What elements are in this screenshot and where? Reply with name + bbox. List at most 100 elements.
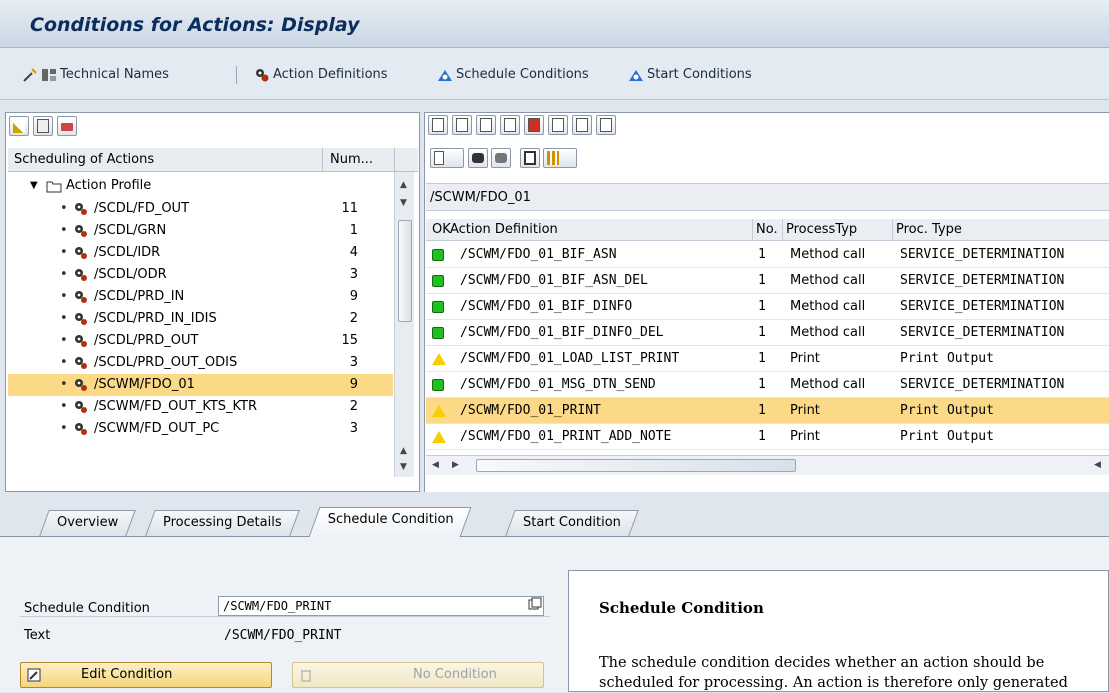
action-row[interactable]: /SCWM/FDO_01_MSG_DTN_SEND 1 Method call SER…	[426, 372, 1109, 398]
refresh-button[interactable]	[572, 115, 592, 135]
action-row[interactable]: /SCWM/FDO_01_PRINT 1 Print Print Output	[426, 398, 1109, 424]
warning-button[interactable]	[548, 115, 568, 135]
tree-item[interactable]: • /SCWM/FD_OUT_PC 3	[8, 418, 393, 440]
scroll-up-icon[interactable]: ▲	[400, 180, 407, 190]
value-help-icon[interactable]	[528, 597, 542, 611]
column-header-proc-type[interactable]: Proc. Type	[896, 222, 962, 237]
bullet-icon: •	[60, 223, 68, 238]
tab-start-condition[interactable]: Start Condition	[505, 510, 639, 536]
action-row[interactable]: /SCWM/FDO_01_BIF_DINFO 1 Method call SERVIC…	[426, 294, 1109, 320]
local-layout-button[interactable]	[430, 148, 464, 168]
tree-item-num: 3	[349, 421, 358, 436]
column-header-action-definition[interactable]: Action Definition	[450, 222, 558, 237]
technical-names-button[interactable]: Technical Names	[22, 66, 169, 84]
no-condition-button[interactable]: No Condition	[292, 662, 544, 688]
divider	[20, 616, 550, 617]
tree-header: Scheduling of Actions Num...	[8, 148, 418, 172]
column-divider	[394, 148, 395, 172]
tree-root-action-profile[interactable]: ▼ Action Profile	[8, 175, 393, 197]
scroll-right-icon[interactable]: ▶	[452, 460, 459, 470]
transport-button[interactable]	[596, 115, 616, 135]
action-proc-type: SERVICE_DETERMINATION	[900, 299, 1065, 314]
layout-button[interactable]	[543, 148, 577, 168]
delete-button[interactable]	[428, 115, 448, 135]
find-button[interactable]	[468, 148, 488, 168]
scroll-up-icon[interactable]: ▲	[400, 446, 407, 456]
tree-item-name: /SCDL/PRD_IN_IDIS	[94, 311, 217, 326]
scroll-thumb[interactable]	[476, 459, 796, 472]
column-header-scheduling[interactable]: Scheduling of Actions	[14, 152, 154, 167]
start-conditions-button[interactable]: Start Conditions	[628, 66, 752, 84]
action-definition: /SCWM/FDO_01_PRINT_ADD_NOTE	[460, 429, 672, 444]
expand-arrow-icon[interactable]: ▼	[30, 175, 38, 197]
transport-button[interactable]	[57, 116, 77, 136]
action-profile-title: /SCWM/FDO_01	[430, 190, 531, 205]
gears-icon	[256, 69, 269, 82]
column-header-no[interactable]: No.	[756, 222, 778, 237]
help-title: Schedule Condition	[599, 599, 764, 617]
action-row[interactable]: /SCWM/FDO_01_LOAD_LIST_PRINT 1 Print Print …	[426, 346, 1109, 372]
status-green-icon	[432, 275, 444, 287]
gears-icon	[75, 225, 87, 237]
tree-item-num: 9	[349, 289, 358, 304]
copy-button[interactable]	[452, 115, 472, 135]
start-conditions-label: Start Conditions	[647, 67, 752, 82]
column-header-ok[interactable]: OK	[432, 222, 451, 237]
create-button[interactable]	[9, 116, 29, 136]
action-definitions-button[interactable]: Action Definitions	[254, 66, 388, 84]
column-divider	[752, 219, 753, 241]
action-row[interactable]: /SCWM/FDO_01_BIF_ASN_DEL 1 Method call SERV…	[426, 268, 1109, 294]
tree-item[interactable]: • /SCDL/GRN 1	[8, 220, 393, 242]
gears-icon	[75, 379, 87, 391]
column-header-processtyp[interactable]: ProcessTyp	[786, 222, 857, 237]
tree-item[interactable]: • /SCDL/PRD_IN_IDIS 2	[8, 308, 393, 330]
schedule-conditions-button[interactable]: Schedule Conditions	[437, 66, 589, 84]
tab-overview[interactable]: Overview	[39, 510, 136, 536]
scroll-thumb[interactable]	[398, 220, 412, 322]
print-preview-button[interactable]	[520, 148, 540, 168]
tree-scrollbar[interactable]: ▲ ▼ ▲ ▼	[394, 172, 414, 477]
action-hscrollbar[interactable]: ◀ ▶ ◀	[426, 455, 1109, 475]
find-next-button[interactable]	[491, 148, 511, 168]
action-definitions-label: Action Definitions	[273, 67, 388, 82]
action-processtyp: Method call	[790, 273, 866, 288]
tree-item[interactable]: • /SCDL/ODR 3	[8, 264, 393, 286]
action-processtyp: Print	[790, 403, 820, 418]
tab-schedule-condition[interactable]: Schedule Condition	[308, 507, 472, 537]
edit-condition-button[interactable]: Edit Condition	[20, 662, 272, 688]
scroll-down-icon[interactable]: ▼	[400, 462, 407, 472]
tree-item-num: 11	[341, 201, 358, 216]
column-header-num[interactable]: Num...	[330, 152, 373, 167]
action-proc-type: SERVICE_DETERMINATION	[900, 377, 1065, 392]
gears-icon	[75, 423, 87, 435]
bullet-icon: •	[60, 377, 68, 392]
schedule-condition-field[interactable]: /SCWM/FDO_PRINT	[218, 596, 544, 616]
move-down-button[interactable]	[500, 115, 520, 135]
action-processtyp: Print	[790, 351, 820, 366]
tree-item[interactable]: • /SCDL/PRD_OUT 15	[8, 330, 393, 352]
tree-item-name: /SCDL/IDR	[94, 245, 161, 260]
action-row[interactable]: /SCWM/FDO_01_BIF_ASN 1 Method call SERVICE_…	[426, 242, 1109, 268]
tree-item-num: 3	[349, 355, 358, 370]
tree-item[interactable]: • /SCDL/FD_OUT 11	[8, 198, 393, 220]
schedule-conditions-label: Schedule Conditions	[456, 67, 589, 82]
stop-button[interactable]	[524, 115, 544, 135]
scroll-down-icon[interactable]: ▼	[400, 198, 407, 208]
status-warning-icon	[432, 405, 446, 417]
tree-item[interactable]: • /SCDL/PRD_OUT_ODIS 3	[8, 352, 393, 374]
copy-icon	[456, 118, 468, 132]
tree-item[interactable]: • /SCDL/IDR 4	[8, 242, 393, 264]
move-up-button[interactable]	[476, 115, 496, 135]
action-no: 1	[758, 403, 766, 418]
action-row[interactable]: /SCWM/FDO_01_PRINT_ADD_NOTE 1 Print Print O…	[426, 424, 1109, 450]
tree-item[interactable]: • /SCWM/FDO_01 9	[8, 374, 393, 396]
tab-processing-details[interactable]: Processing Details	[145, 510, 300, 536]
scroll-left-icon[interactable]: ◀	[1094, 460, 1101, 470]
gears-icon	[75, 203, 87, 215]
tree-item[interactable]: • /SCDL/PRD_IN 9	[8, 286, 393, 308]
action-processtyp: Method call	[790, 247, 866, 262]
tree-item[interactable]: • /SCWM/FD_OUT_KTS_KTR 2	[8, 396, 393, 418]
action-row[interactable]: /SCWM/FDO_01_BIF_DINFO_DEL 1 Method call SE…	[426, 320, 1109, 346]
delete-button[interactable]	[33, 116, 53, 136]
scroll-left-icon[interactable]: ◀	[432, 460, 439, 470]
